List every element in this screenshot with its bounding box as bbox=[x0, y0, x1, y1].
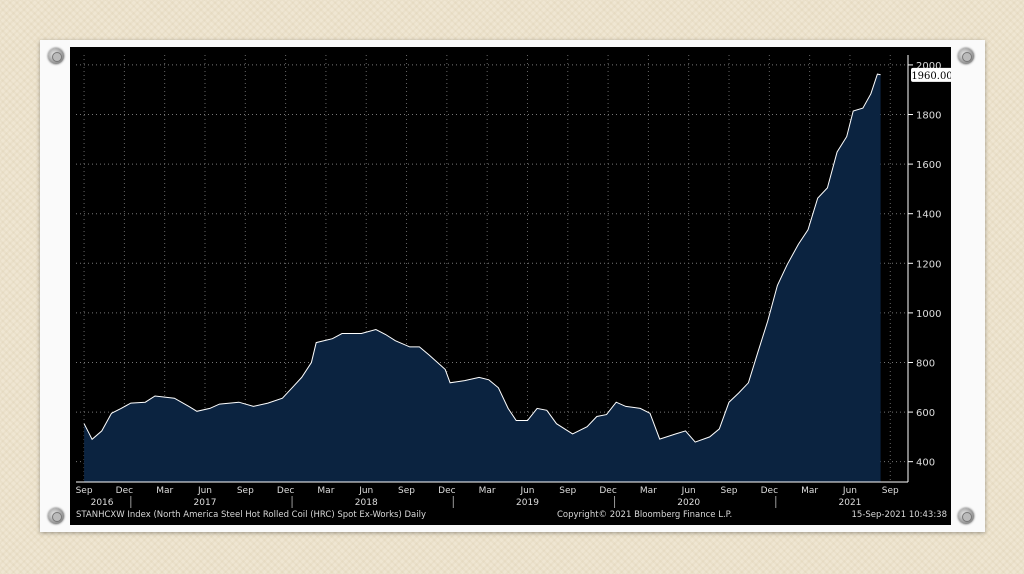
y-tick-label: 400 bbox=[916, 458, 935, 469]
x-tick-label: Jun bbox=[358, 486, 373, 496]
x-tick-label: Sep bbox=[721, 486, 738, 496]
x-tick-label: Jun bbox=[519, 486, 534, 496]
screw-icon bbox=[958, 48, 974, 64]
ticker-label: STANHCXW Index (North America Steel Hot … bbox=[76, 510, 426, 520]
y-tick-label: 1200 bbox=[916, 259, 941, 270]
y-tick-label: 1000 bbox=[916, 309, 941, 320]
screw-icon bbox=[958, 508, 974, 524]
x-year-label: 2020 bbox=[677, 498, 700, 508]
x-tick-label: Jun bbox=[842, 486, 857, 496]
x-tick-label: Sep bbox=[882, 486, 899, 496]
x-tick-label: Sep bbox=[559, 486, 576, 496]
copyright-label: Copyright© 2021 Bloomberg Finance L.P. bbox=[557, 510, 732, 520]
x-year-label: 2018 bbox=[355, 498, 378, 508]
x-tick-label: Mar bbox=[317, 486, 334, 496]
x-year-label: 2021 bbox=[839, 498, 862, 508]
screw-icon bbox=[48, 48, 64, 64]
x-tick-label: Dec bbox=[277, 486, 294, 496]
x-year-label: 2016 bbox=[91, 498, 114, 508]
x-tick-label: Jun bbox=[681, 486, 696, 496]
x-tick-label: Mar bbox=[479, 486, 496, 496]
y-tick-label: 1800 bbox=[916, 111, 941, 122]
x-tick-label: Mar bbox=[801, 486, 818, 496]
timestamp-label: 15-Sep-2021 10:43:38 bbox=[852, 510, 947, 520]
y-tick-label: 600 bbox=[916, 408, 935, 419]
last-value-label: 1960.00 bbox=[911, 71, 951, 82]
x-tick-label: Jun bbox=[197, 486, 212, 496]
x-tick-label: Dec bbox=[438, 486, 455, 496]
y-tick-label: 800 bbox=[916, 358, 935, 369]
y-tick-label: 1400 bbox=[916, 210, 941, 221]
price-chart: 400600800100012001400160018002000Sep Dec M… bbox=[70, 47, 951, 525]
x-tick-label: Dec bbox=[761, 486, 778, 496]
x-tick-label: Mar bbox=[156, 486, 173, 496]
x-tick-label: Dec bbox=[116, 486, 133, 496]
x-tick-label: Sep bbox=[237, 486, 254, 496]
x-tick-label: Mar bbox=[640, 486, 657, 496]
x-tick-label: Sep bbox=[76, 486, 93, 496]
x-year-label: 2017 bbox=[194, 498, 217, 508]
screw-icon bbox=[48, 508, 64, 524]
x-tick-label: Dec bbox=[599, 486, 616, 496]
x-year-label: 2019 bbox=[516, 498, 539, 508]
y-tick-label: 1600 bbox=[916, 160, 941, 171]
x-tick-label: Sep bbox=[398, 486, 415, 496]
